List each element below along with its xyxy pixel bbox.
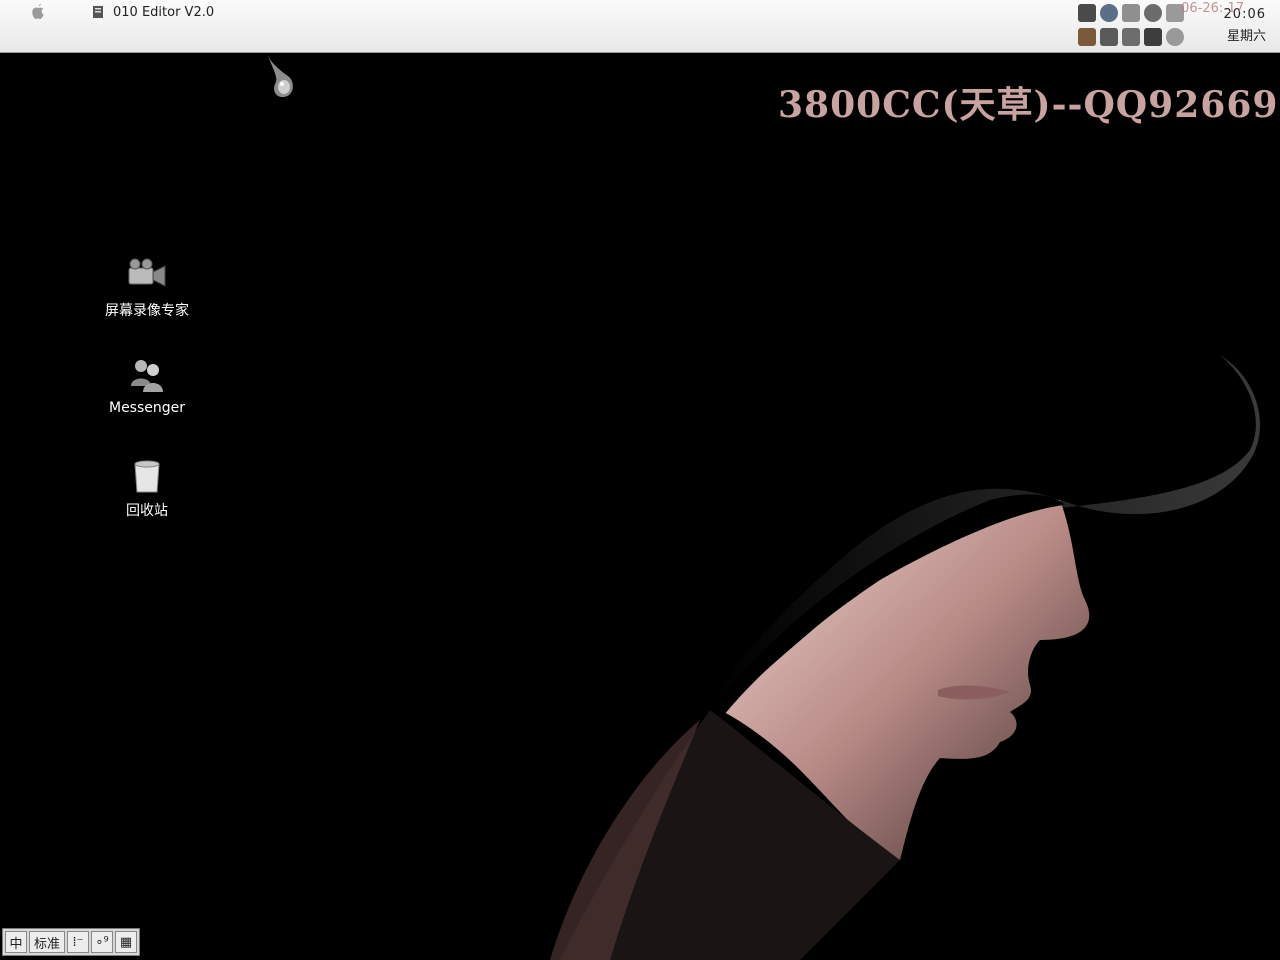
- ime-mode-toggle[interactable]: 标准: [29, 931, 66, 953]
- editor-app-icon: [93, 6, 103, 18]
- tools-icon[interactable]: [1122, 28, 1140, 46]
- menu-bar: 010 Editor V2.0 06-26: 17 20:06 星期六: [0, 0, 1280, 53]
- desktop-icon-messenger[interactable]: Messenger: [92, 356, 202, 416]
- active-app-menu[interactable]: 010 Editor V2.0: [92, 3, 214, 21]
- ime-toolbar: 中 标准 ⁞⁻ ∘⁹ ▦: [2, 928, 141, 956]
- wallpaper-hooded-figure: [550, 355, 1260, 960]
- video-camera-icon: [128, 258, 166, 287]
- desktop-icon-label: 屏幕录像专家: [105, 303, 189, 319]
- system-tray: [1078, 2, 1188, 50]
- shield-icon[interactable]: [1144, 28, 1162, 46]
- keyboard-icon[interactable]: ▦: [115, 931, 138, 953]
- desktop-icon-recycle-bin[interactable]: 回收站: [92, 456, 202, 520]
- trash-bin-icon: [134, 460, 160, 493]
- messenger-people-icon: [131, 360, 163, 392]
- desktop-icon-screen-recorder[interactable]: 屏幕录像专家: [92, 256, 202, 320]
- window-icon[interactable]: [1100, 28, 1118, 46]
- desktop-watermark: 3800CC(天草)--QQ926697: [778, 84, 1280, 126]
- lock-icon[interactable]: [1122, 4, 1140, 22]
- ime-language-toggle[interactable]: 中: [5, 931, 27, 953]
- ime-width-toggle[interactable]: ∘⁹: [91, 931, 114, 953]
- network-icon[interactable]: [1078, 4, 1096, 22]
- settings-icon[interactable]: [1166, 28, 1184, 46]
- app-icon[interactable]: [1078, 28, 1096, 46]
- desktop-icon-label: 回收站: [126, 503, 168, 519]
- clock-weekday: 星期六: [1226, 29, 1266, 44]
- clock[interactable]: 06-26: 17 20:06 星期六: [1181, 1, 1266, 48]
- globe-icon[interactable]: [1100, 4, 1118, 22]
- apple-menu-icon[interactable]: [28, 2, 48, 22]
- display-icon[interactable]: [1144, 4, 1162, 22]
- clock-overlay-text: 06-26: 17: [1181, 1, 1244, 16]
- ime-punctuation-toggle[interactable]: ⁞⁻: [67, 931, 90, 953]
- water-drop-icon: [268, 56, 293, 98]
- app-title: 010 Editor V2.0: [113, 4, 215, 20]
- desktop-icon-label: Messenger: [108, 400, 186, 416]
